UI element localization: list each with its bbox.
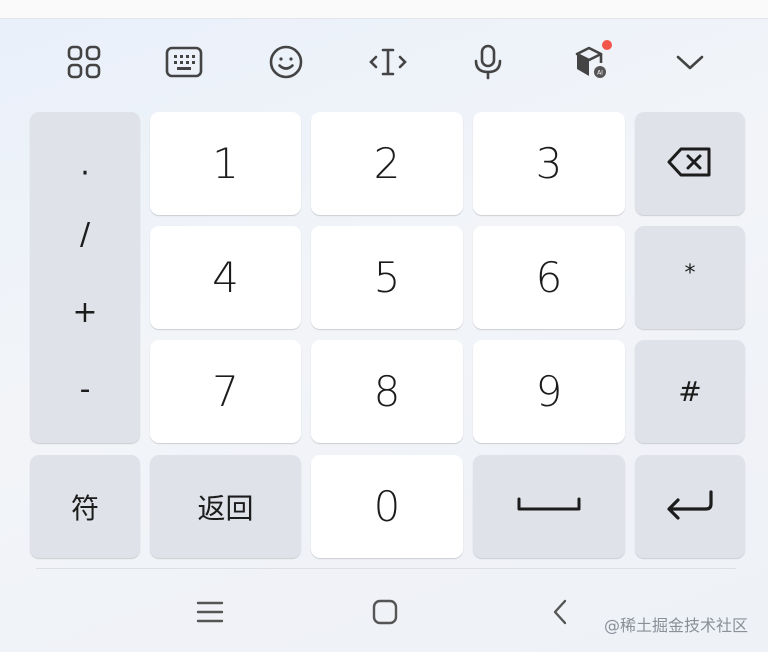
key-5[interactable]: 5 [311,226,463,329]
symbols-key[interactable]: 符 [30,455,140,558]
menu-icon[interactable] [186,588,234,636]
text-cursor-icon[interactable] [364,38,412,86]
microphone-icon[interactable] [464,38,512,86]
key-minus[interactable]: - [30,356,140,422]
emoji-icon[interactable] [262,38,310,86]
key-dot[interactable]: · [30,140,140,206]
keyboard-icon[interactable] [160,38,208,86]
key-plus[interactable]: + [30,279,140,345]
key-3[interactable]: 3 [473,112,625,215]
back-icon[interactable] [536,588,584,636]
key-slash[interactable]: / [30,201,140,267]
key-4[interactable]: 4 [150,226,301,329]
key-6[interactable]: 6 [473,226,625,329]
key-1[interactable]: 1 [150,112,301,215]
svg-text:AI: AI [597,70,603,77]
top-status-strip [0,0,768,19]
notification-dot [602,40,612,50]
backspace-icon [667,146,713,182]
back-key[interactable]: 返回 [150,455,301,558]
watermark-text: @稀土掘金技术社区 [604,616,749,635]
chevron-down-icon[interactable] [666,38,714,86]
apps-grid-icon[interactable] [60,38,108,86]
space-key[interactable] [473,455,625,558]
key-0[interactable]: 0 [311,455,463,558]
key-7[interactable]: 7 [150,340,301,443]
key-8[interactable]: 8 [311,340,463,443]
key-asterisk[interactable]: * [635,226,745,329]
key-9[interactable]: 9 [473,340,625,443]
backspace-key[interactable] [635,112,745,215]
enter-key[interactable] [635,455,745,558]
navbar-divider [36,568,736,569]
key-2[interactable]: 2 [311,112,463,215]
key-hash[interactable]: # [635,340,745,443]
ai-box-icon[interactable]: AI [566,38,614,86]
symbol-column: · / + - [30,112,140,443]
space-icon [516,495,582,519]
home-icon[interactable] [361,588,409,636]
enter-icon [664,489,716,525]
